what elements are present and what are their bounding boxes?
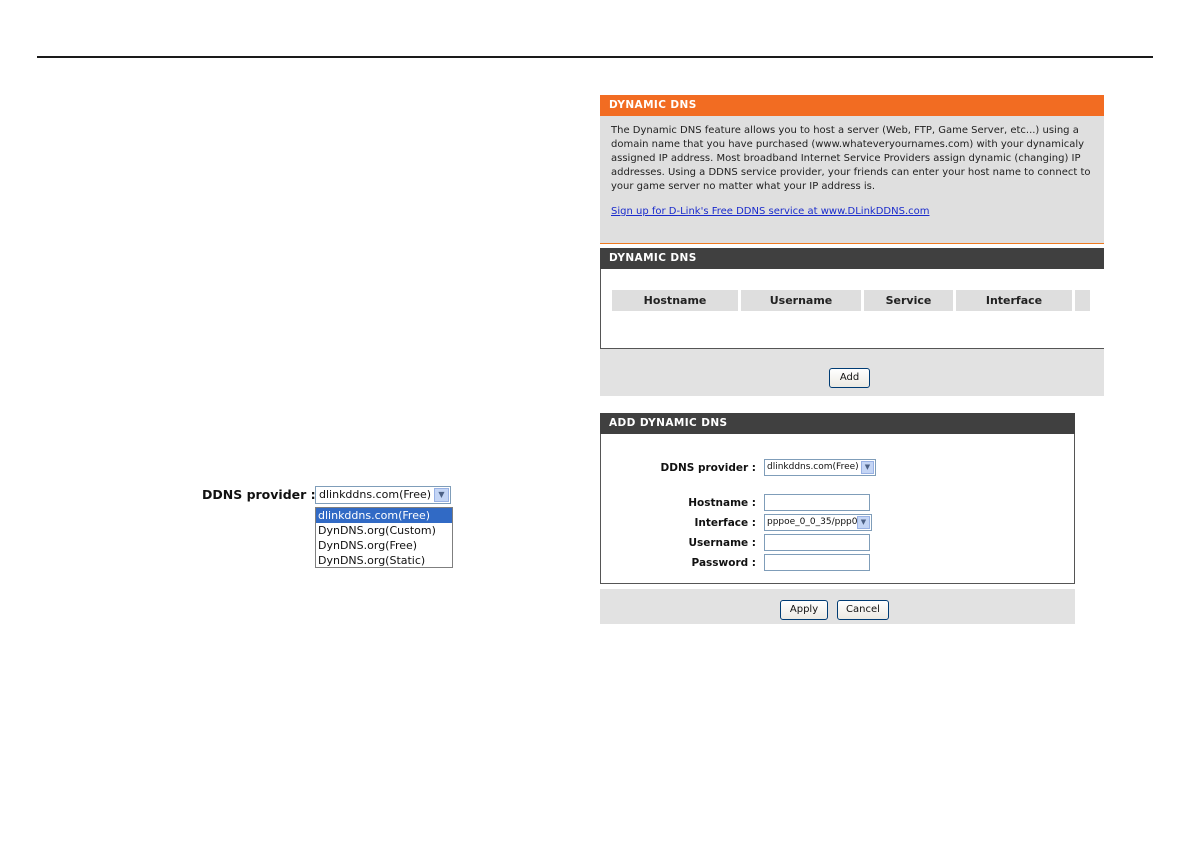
- form-panel-title: ADD DYNAMIC DNS: [600, 413, 1075, 434]
- cancel-button[interactable]: Cancel: [837, 600, 889, 620]
- ddns-provider-options: dlinkddns.com(Free) DynDNS.org(Custom) D…: [315, 507, 453, 568]
- dynamic-dns-list-panel: DYNAMIC DNS Hostname Username Service In…: [600, 248, 1104, 349]
- username-input[interactable]: [764, 534, 870, 551]
- apply-button[interactable]: Apply: [780, 600, 828, 620]
- interface-select[interactable]: pppoe_0_0_35/ppp0 ▼: [764, 514, 872, 531]
- chevron-down-icon[interactable]: ▼: [434, 488, 449, 502]
- page-top-rule: [37, 56, 1153, 58]
- add-dynamic-dns-panel: ADD DYNAMIC DNS DDNS provider : dlinkddn…: [600, 413, 1075, 584]
- chevron-down-icon[interactable]: ▼: [861, 461, 874, 474]
- option-dlinkddns-free[interactable]: dlinkddns.com(Free): [316, 508, 452, 523]
- option-dyndns-static[interactable]: DynDNS.org(Static): [316, 553, 452, 568]
- column-extra: [1075, 290, 1090, 311]
- ddns-provider-label: DDNS provider :: [660, 462, 756, 474]
- chevron-down-icon[interactable]: ▼: [857, 516, 870, 529]
- username-label: Username :: [688, 537, 756, 549]
- column-service: Service: [864, 290, 953, 311]
- option-dyndns-free[interactable]: DynDNS.org(Free): [316, 538, 452, 553]
- select-value: pppoe_0_0_35/ppp0: [767, 517, 858, 527]
- ddns-provider-label-example: DDNS provider :: [202, 487, 316, 502]
- apply-button-bar: Apply Cancel: [600, 589, 1075, 624]
- option-dyndns-custom[interactable]: DynDNS.org(Custom): [316, 523, 452, 538]
- interface-label: Interface :: [694, 517, 756, 529]
- column-interface: Interface: [956, 290, 1072, 311]
- password-label: Password :: [691, 557, 756, 569]
- hostname-input[interactable]: [764, 494, 870, 511]
- ddns-provider-select-example[interactable]: dlinkddns.com(Free) ▼: [315, 486, 451, 504]
- info-panel-title: DYNAMIC DNS: [600, 95, 1104, 116]
- ddns-table-header: Hostname Username Service Interface: [612, 290, 1093, 311]
- dynamic-dns-info-panel: DYNAMIC DNS The Dynamic DNS feature allo…: [600, 95, 1104, 244]
- hostname-label: Hostname :: [688, 497, 756, 509]
- password-input[interactable]: [764, 554, 870, 571]
- column-username: Username: [741, 290, 861, 311]
- ddns-provider-select[interactable]: dlinkddns.com(Free) ▼: [764, 459, 876, 476]
- add-button[interactable]: Add: [829, 368, 870, 388]
- select-value: dlinkddns.com(Free): [319, 488, 432, 501]
- list-panel-title: DYNAMIC DNS: [600, 248, 1104, 269]
- select-value: dlinkddns.com(Free): [767, 462, 859, 472]
- add-button-bar: Add: [600, 349, 1104, 396]
- column-hostname: Hostname: [612, 290, 738, 311]
- ddns-signup-link[interactable]: Sign up for D-Link's Free DDNS service a…: [611, 206, 1104, 217]
- info-description: The Dynamic DNS feature allows you to ho…: [611, 125, 1091, 192]
